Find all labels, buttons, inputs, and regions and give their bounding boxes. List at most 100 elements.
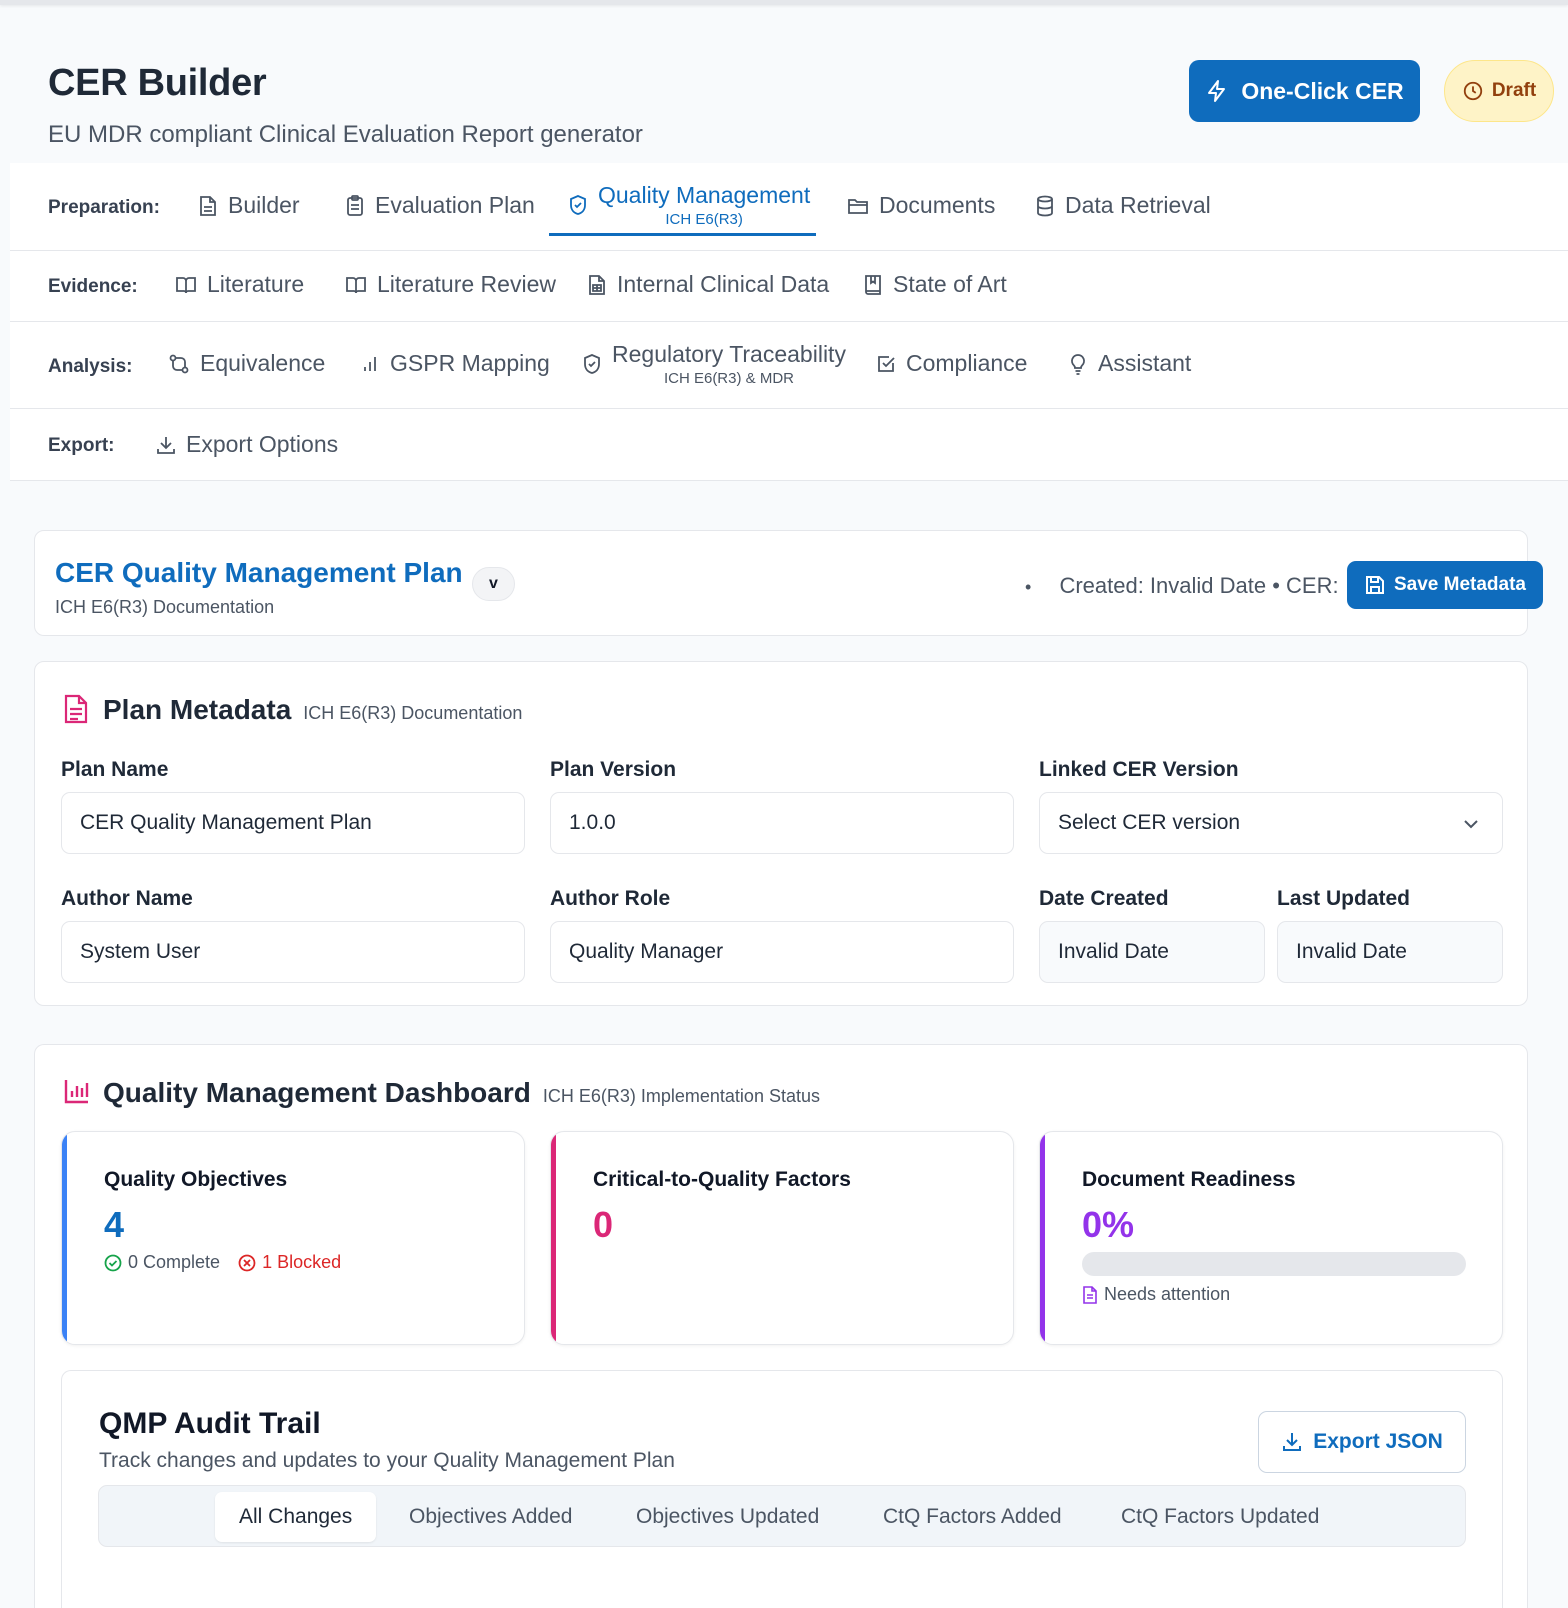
nav-item-label: State of Art [893, 271, 1007, 297]
date-created-label: Date Created [1039, 887, 1169, 910]
qmp-header-card: CER Quality Management Plan ICH E6(R3) D… [34, 530, 1543, 636]
nav-item-label: Builder [228, 192, 300, 218]
linked-cer-version-select[interactable]: Select CER version [1039, 792, 1503, 854]
page-header: CER Builder EU MDR compliant Clinical Ev… [48, 62, 643, 149]
author-role-input[interactable]: Quality Manager [550, 921, 1014, 983]
clipboard-icon [347, 194, 363, 216]
tab-ctq-factors-added[interactable]: CtQ Factors Added [883, 1492, 1062, 1542]
one-click-cer-button[interactable]: One-Click CER [1189, 60, 1420, 122]
plan-metadata-card: Plan Metadata ICH E6(R3) Documentation P… [34, 661, 1528, 1006]
one-click-cer-label: One-Click CER [1241, 77, 1404, 104]
plan-metadata-heading: Plan Metadata ICH E6(R3) Documentation [103, 694, 522, 726]
author-name-input[interactable]: System User [61, 921, 525, 983]
author-role-label: Author Role [550, 887, 671, 910]
nav-item-evaluation-plan[interactable]: Evaluation Plan [345, 192, 535, 219]
linked-cer-version-value: Select CER version [1058, 811, 1241, 834]
lightning-icon [1208, 80, 1226, 102]
card-accent-bar [1040, 1132, 1045, 1344]
document-icon [200, 195, 216, 216]
nav-item-documents[interactable]: Documents [847, 192, 995, 219]
nav-row-analysis: Analysis: Equivalence GSPR Mapping Regul… [10, 322, 1568, 409]
nav-row-preparation: Preparation: Builder Evaluation Plan Qua… [10, 163, 1568, 251]
nav-item-internal-clinical-data[interactable]: Internal Clinical Data [587, 271, 829, 298]
nav-item-compliance[interactable]: Compliance [876, 350, 1027, 377]
book-open-icon [176, 276, 196, 293]
folder-icon [848, 198, 868, 214]
nav-item-assistant[interactable]: Assistant [1068, 350, 1191, 377]
file-spreadsheet-icon [589, 274, 605, 295]
database-icon [1037, 195, 1053, 216]
nav-item-label: Quality Management [598, 182, 811, 208]
section-subtitle: ICH E6(R3) Implementation Status [542, 1086, 820, 1106]
nav-item-literature[interactable]: Literature [175, 271, 304, 298]
audit-tabs: All Changes Objectives Added Objectives … [98, 1485, 1466, 1547]
status-badge: Draft [1444, 60, 1554, 122]
bookmark-book-icon [865, 274, 881, 295]
nav-item-label: GSPR Mapping [390, 350, 550, 376]
export-json-button[interactable]: Export JSON [1258, 1411, 1466, 1473]
save-metadata-button[interactable]: Save Metadata [1347, 561, 1543, 609]
tab-objectives-added[interactable]: Objectives Added [409, 1492, 572, 1542]
nav-item-sublabel: ICH E6(R3) [665, 211, 743, 228]
page-title: CER Builder [48, 62, 267, 104]
nav-item-regulatory-traceability[interactable]: Regulatory Traceability ICH E6(R3) & MDR [582, 341, 846, 387]
git-compare-icon [169, 354, 189, 373]
file-text-icon [1083, 1285, 1097, 1304]
clock-icon [1463, 81, 1482, 101]
book-open-icon [346, 276, 366, 293]
last-updated-field: Invalid Date [1277, 921, 1503, 983]
stat-value: 0 [593, 1204, 614, 1245]
nav-item-label: Compliance [906, 350, 1028, 376]
active-tab-indicator [549, 233, 816, 236]
ctq-factors-card: Critical-to-Quality Factors 0 [550, 1131, 1014, 1345]
nav-item-equivalence[interactable]: Equivalence [168, 350, 325, 377]
nav-item-builder[interactable]: Builder [198, 192, 300, 219]
qmp-subtitle: ICH E6(R3) Documentation [55, 597, 275, 617]
nav-item-label: Assistant [1098, 350, 1192, 376]
nav-item-data-retrieval[interactable]: Data Retrieval [1035, 192, 1211, 219]
plan-name-label: Plan Name [61, 758, 169, 781]
chevron-down-icon [1464, 820, 1478, 829]
audit-title: QMP Audit Trail [99, 1407, 321, 1440]
stat-label: Critical-to-Quality Factors [593, 1168, 851, 1191]
save-metadata-label: Save Metadata [1393, 574, 1526, 595]
nav-item-label: Literature Review [377, 271, 556, 297]
tab-all-changes[interactable]: All Changes [215, 1492, 377, 1542]
nav-item-sublabel: ICH E6(R3) & MDR [663, 370, 794, 387]
stat-label: Quality Objectives [104, 1168, 288, 1191]
card-accent-bar [62, 1132, 67, 1344]
window-top-border [0, 0, 1568, 5]
plan-version-input[interactable]: 1.0.0 [550, 792, 1014, 854]
card-accent-bar [551, 1132, 556, 1344]
nav-item-gspr-mapping[interactable]: GSPR Mapping [360, 350, 550, 377]
tab-objectives-updated[interactable]: Objectives Updated [636, 1492, 819, 1542]
document-readiness-card: Document Readiness 0% Needs attention [1039, 1131, 1503, 1345]
bar-chart-icon [64, 1080, 89, 1104]
nav-item-label: Evaluation Plan [375, 192, 535, 218]
nav-row-export: Export: Export Options [10, 409, 1568, 481]
download-icon [1283, 1433, 1302, 1451]
stat-value: 0% [1082, 1204, 1135, 1245]
nav-item-literature-review[interactable]: Literature Review [345, 271, 556, 298]
nav-item-label: Documents [879, 192, 996, 218]
nav-item-state-of-art[interactable]: State of Art [863, 271, 1007, 298]
nav-item-label: Equivalence [200, 350, 326, 376]
section-title: Quality Management Dashboard [103, 1077, 531, 1108]
file-text-icon [64, 694, 88, 724]
tab-ctq-factors-updated[interactable]: CtQ Factors Updated [1121, 1492, 1319, 1542]
nav-item-label: Literature [207, 271, 305, 297]
nav-row-evidence: Evidence: Literature Literature Review I… [10, 251, 1568, 322]
nav-row-label: Preparation: [48, 197, 160, 218]
objectives-status: 0 Complete 1 Blocked [104, 1252, 341, 1273]
stat-value: 4 [104, 1204, 125, 1245]
qmp-title: CER Quality Management Plan [55, 557, 463, 588]
nav-item-export-options[interactable]: Export Options [156, 431, 338, 458]
nav-item-quality-management[interactable]: Quality Management ICH E6(R3) [568, 182, 810, 228]
bar-chart-icon [364, 356, 376, 371]
blocked-count: 1 Blocked [262, 1252, 342, 1272]
export-json-label: Export JSON [1313, 1430, 1443, 1453]
author-name-label: Author Name [61, 887, 193, 910]
nav-row-label: Analysis: [48, 356, 133, 377]
plan-name-input[interactable]: CER Quality Management Plan [61, 792, 525, 854]
section-title: Plan Metadata [103, 694, 292, 725]
